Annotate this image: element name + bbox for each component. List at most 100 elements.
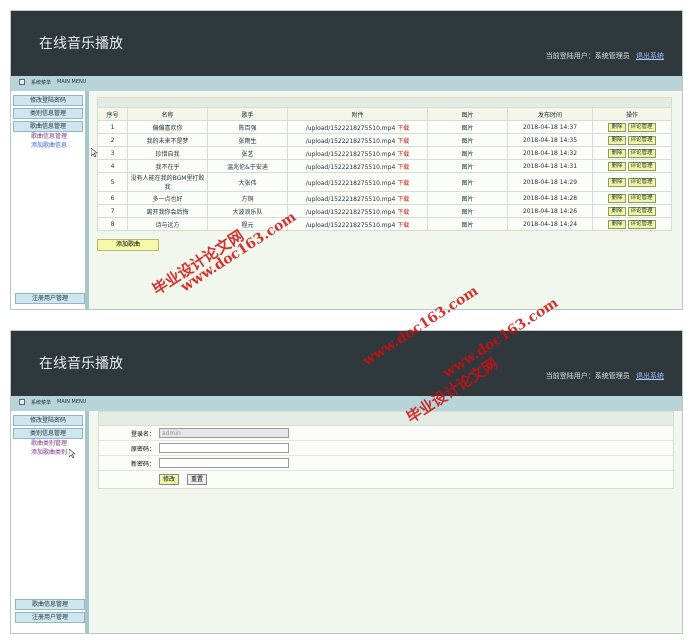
cell-singer: 温兆伦&于安迪: [207, 159, 288, 173]
cell-singer: 张艺: [207, 146, 288, 160]
cell-name: 多一点也好: [127, 191, 208, 205]
cell-file: /upload/1522218275510.mp4 下载: [287, 172, 428, 192]
comment-manage-button[interactable]: 评论管理: [627, 135, 656, 145]
cell-file: /upload/1522218275510.mp4 下载: [287, 120, 428, 134]
download-link[interactable]: 下载: [397, 164, 409, 171]
delete-button[interactable]: 删除: [608, 148, 626, 158]
cell-name: 我的未来不是梦: [127, 133, 208, 147]
sidebar-link-song-list[interactable]: 歌曲信息管理: [31, 132, 85, 141]
add-song-button[interactable]: 添加歌曲: [97, 239, 159, 251]
download-link[interactable]: 下载: [397, 125, 409, 132]
sidebar-category-management[interactable]: 类别信息管理: [13, 428, 83, 439]
cell-actions: 删除 评论管理: [592, 146, 672, 160]
change-password-screen: 在线音乐播放 当前登陆用户：系统管理员 退出系统 系统菜单 MAIN MENU …: [10, 330, 683, 634]
cell-image[interactable]: 图片: [427, 133, 508, 147]
logout-link[interactable]: 退出系统: [636, 372, 664, 380]
sidebar-song-management[interactable]: 歌曲信息管理: [15, 599, 85, 610]
sidebar-link-category-list[interactable]: 歌曲类别管理: [31, 439, 85, 448]
col-image: 图片: [427, 107, 508, 121]
cell-name: 偏偏喜欢你: [127, 120, 208, 134]
download-link[interactable]: 下载: [397, 209, 409, 216]
submit-button[interactable]: 修改: [159, 474, 180, 485]
table-row: 4 我不在乎 温兆伦&于安迪/upload/1522218275510.mp4 下载…: [97, 159, 672, 173]
download-link[interactable]: 下载: [397, 151, 409, 158]
file-path: /upload/1522218275510.mp4: [305, 124, 396, 132]
download-link[interactable]: 下载: [397, 196, 409, 203]
cell-image[interactable]: 图片: [427, 172, 508, 192]
cell-no: 7: [97, 204, 128, 218]
cell-image[interactable]: 图片: [427, 120, 508, 134]
cell-no: 4: [97, 159, 128, 173]
new-password-input[interactable]: [159, 458, 289, 468]
cell-actions: 删除 评论管理: [592, 172, 672, 192]
comment-manage-button[interactable]: 评论管理: [627, 193, 656, 203]
file-path: /upload/1522218275510.mp4: [305, 221, 396, 229]
cell-image[interactable]: 图片: [427, 191, 508, 205]
cell-image[interactable]: 图片: [427, 217, 508, 231]
cell-file: /upload/1522218275510.mp4 下载: [287, 217, 428, 231]
sidebar-category-management[interactable]: 类别信息管理: [13, 108, 83, 119]
col-time: 发布时间: [507, 107, 593, 121]
cell-image[interactable]: 图片: [427, 204, 508, 218]
file-path: /upload/1522218275510.mp4: [305, 195, 396, 203]
new-password-label: 新密码：: [130, 460, 155, 468]
cell-name: 诗与远方: [127, 217, 208, 231]
menu-icon: [19, 399, 25, 405]
comment-manage-button[interactable]: 评论管理: [627, 161, 656, 171]
comment-manage-button[interactable]: 评论管理: [627, 177, 656, 187]
sidebar-change-password[interactable]: 修改登陆密码: [13, 95, 83, 106]
delete-button[interactable]: 删除: [608, 206, 626, 216]
delete-button[interactable]: 删除: [608, 122, 626, 132]
sidebar-link-add-song[interactable]: 添加歌曲信息: [31, 141, 85, 150]
sidebar: 修改登陆密码 类别信息管理 歌曲信息管理 歌曲信息管理 添加歌曲信息 注册用户管…: [11, 91, 89, 309]
comment-manage-button[interactable]: 评论管理: [627, 148, 656, 158]
delete-button[interactable]: 删除: [608, 161, 626, 171]
cell-no: 3: [97, 146, 128, 160]
table-row: 7 离开我你会后悔 大波浪乐队/upload/1522218275510.mp4 下…: [97, 204, 672, 218]
table-row: 3 珍惜自我 张艺/upload/1522218275510.mp4 下载 图片 201…: [97, 146, 672, 160]
cell-name: 没有人能在我的BGM里打败我: [127, 172, 208, 192]
cell-time: 2018-04-18 14:32: [507, 146, 593, 160]
cell-image[interactable]: 图片: [427, 159, 508, 173]
download-link[interactable]: 下载: [397, 222, 409, 229]
song-list-content: 序号 名称 歌手 附件 图片 发布时间 操作 1 偏偏喜欢你 陈百强/upload/…: [97, 97, 673, 251]
comment-manage-button[interactable]: 评论管理: [627, 206, 656, 216]
col-file: 附件: [287, 107, 428, 121]
cell-singer: 陈百强: [207, 120, 288, 134]
sidebar-user-management[interactable]: 注册用户管理: [15, 612, 85, 623]
cell-file: /upload/1522218275510.mp4 下载: [287, 133, 428, 147]
cell-time: 2018-04-18 14:26: [507, 204, 593, 218]
sidebar-user-management[interactable]: 注册用户管理: [15, 293, 85, 304]
table-top-bar: [97, 97, 672, 108]
old-password-input[interactable]: [159, 443, 289, 453]
cell-actions: 删除 评论管理: [592, 217, 672, 231]
menu-title: 系统菜单: [31, 400, 52, 406]
delete-button[interactable]: 删除: [608, 193, 626, 203]
cell-no: 6: [97, 191, 128, 205]
cell-singer: 张雨生: [207, 133, 288, 147]
delete-button[interactable]: 删除: [608, 135, 626, 145]
reset-button[interactable]: 重置: [187, 474, 208, 485]
menu-strip: 系统菜单 MAIN MENU: [11, 396, 682, 411]
download-link[interactable]: 下载: [397, 138, 409, 145]
sidebar-song-management[interactable]: 歌曲信息管理: [13, 121, 83, 132]
cell-no: 1: [97, 120, 128, 134]
sidebar-change-password[interactable]: 修改登陆密码: [13, 415, 83, 426]
table-row: 5 没有人能在我的BGM里打败我 大张伟/upload/1522218275510.…: [97, 172, 672, 192]
comment-manage-button[interactable]: 评论管理: [627, 219, 656, 229]
cell-image[interactable]: 图片: [427, 146, 508, 160]
table-row: 2 我的未来不是梦 张雨生/upload/1522218275510.mp4 下载图…: [97, 133, 672, 147]
col-actions: 操作: [592, 107, 672, 121]
logout-link[interactable]: 退出系统: [636, 52, 664, 60]
comment-manage-button[interactable]: 评论管理: [627, 122, 656, 132]
sidebar: 修改登陆密码 类别信息管理 歌曲类别管理 添加歌曲类别 歌曲信息管理 注册用户管…: [11, 411, 89, 633]
menu-title: 系统菜单: [31, 80, 52, 86]
delete-button[interactable]: 删除: [608, 177, 626, 187]
file-path: /upload/1522218275510.mp4: [305, 208, 396, 216]
login-name-input: [159, 428, 289, 438]
delete-button[interactable]: 删除: [608, 219, 626, 229]
file-path: /upload/1522218275510.mp4: [305, 137, 396, 145]
song-table: 序号 名称 歌手 附件 图片 发布时间 操作 1 偏偏喜欢你 陈百强/upload/…: [97, 97, 672, 231]
cell-actions: 删除 评论管理: [592, 120, 672, 134]
download-link[interactable]: 下载: [397, 180, 409, 187]
